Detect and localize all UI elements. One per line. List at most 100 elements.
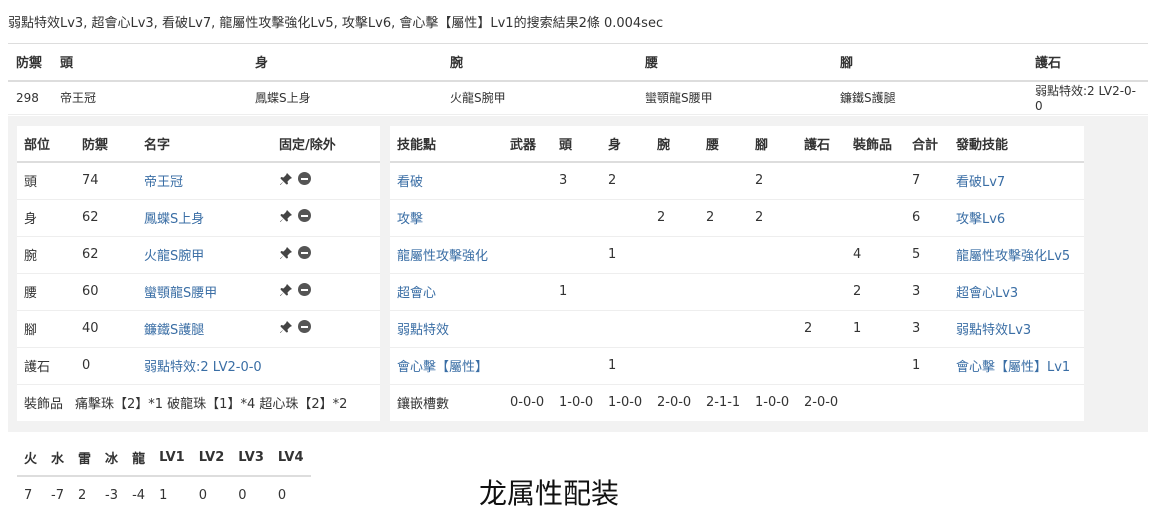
equipment-row: 腰 60 蠻顎龍S腰甲 [17,272,380,310]
result-row[interactable]: 298 帝王冠 鳳蝶S上身 火龍S腕甲 蠻顎龍S腰甲 鐮鐵S護腿 弱點特效:2 … [8,80,1148,115]
skill-name-link[interactable]: 看破 [397,175,423,190]
activated-skill-link[interactable]: 弱點特效Lv3 [956,323,1031,338]
activated-skill-link[interactable]: 會心擊【屬性】Lv1 [956,360,1070,375]
skill-point-cell [503,346,552,384]
decoration-row: 裝飾品 痛擊珠【2】*1 破龍珠【1】*4 超心珠【2】*2 [17,383,380,421]
element-values-row: 7 -7 2 -3 -4 1 0 0 0 [17,475,311,513]
skill-name-link[interactable]: 超會心 [397,286,436,301]
fix-exclude-icons [279,246,311,260]
equip-name-cell: 帝王冠 [137,161,272,199]
activated-skill-link[interactable]: 看破Lv7 [956,175,1005,190]
activated-skill-cell: 會心擊【屬性】Lv1 [949,346,1084,384]
cell-waist: 蠻顎龍S腰甲 [637,80,832,115]
skill-point-cell [650,309,699,347]
pin-icon[interactable] [279,320,293,334]
result-summary-table: 防禦 頭 身 腕 腰 腳 護石 298 帝王冠 鳳蝶S上身 火龍S腕甲 蠻顎龍S… [8,43,1148,115]
pin-icon[interactable] [279,246,293,260]
equipment-row: 身 62 鳳蝶S上身 [17,198,380,236]
skill-point-cell [748,272,797,310]
pin-icon[interactable] [279,209,293,223]
skill-point-cell [503,235,552,273]
skill-point-cell: 4 [846,235,905,273]
skill-point-cell [748,235,797,273]
col-waist: 腰 [637,43,832,82]
skill-point-cell: 6 [905,198,949,236]
skill-point-cell [601,198,650,236]
skill-table: 技能點 武器頭身腕腰腳護石 裝飾品 合計 發動技能 看破 3 2 2 7 看破Lv7 攻擊 2 2 2 6 攻… [390,126,1084,421]
skill-point-cell [797,346,846,384]
element-value: 2 [71,475,99,513]
col-defense: 防禦 [8,43,52,82]
skill-point-cell [601,272,650,310]
skill-point-cell [552,235,601,273]
skill-point-cell: 1 [601,346,650,384]
skill-point-cell [503,198,552,236]
skill-point-cell: 2 [699,198,748,236]
equip-name-link[interactable]: 帝王冠 [144,175,183,190]
slots-label: 鑲嵌槽數 [390,383,503,421]
activated-skill-link[interactable]: 攻擊Lv6 [956,212,1005,227]
skill-point-cell: 7 [905,161,949,199]
element-col-header: LV3 [231,440,271,477]
equip-defense: 62 [75,198,137,236]
skill-point-cell [552,346,601,384]
slot-value: 1-0-0 [601,383,650,421]
exclude-icon[interactable] [298,283,311,296]
exclude-icon[interactable] [298,246,311,259]
skill-name-link[interactable]: 龍屬性攻擊強化 [397,249,488,264]
exclude-icon[interactable] [298,320,311,333]
equip-part: 腰 [17,272,75,310]
activated-skill-link[interactable]: 龍屬性攻擊強化Lv5 [956,249,1070,264]
skill-point-cell: 3 [552,161,601,199]
equip-part: 腕 [17,235,75,273]
skill-point-cell: 1 [552,272,601,310]
slot-value [846,383,905,421]
element-col-header: 雷 [71,440,99,477]
equip-defense: 40 [75,309,137,347]
skill-point-cell [650,346,699,384]
skill-row: 龍屬性攻擊強化 1 4 5 龍屬性攻擊強化Lv5 [390,235,1084,273]
skill-point-cell: 3 [905,272,949,310]
exclude-icon[interactable] [298,209,311,222]
skill-point-cell [699,346,748,384]
skill-col-header: 護石 [797,126,846,163]
equip-name-link[interactable]: 鐮鐵S護腿 [144,323,204,338]
pin-icon[interactable] [279,172,293,186]
skill-col-header: 腳 [748,126,797,163]
skill-name-link[interactable]: 弱點特效 [397,323,449,338]
skill-point-cell: 2 [846,272,905,310]
exclude-icon[interactable] [298,172,311,186]
skill-row: 攻擊 2 2 2 6 攻擊Lv6 [390,198,1084,236]
equip-actions [272,272,380,310]
equip-name-link[interactable]: 弱點特效:2 LV2-0-0 [144,360,262,375]
skill-name-link[interactable]: 攻擊 [397,212,423,227]
cell-arm: 火龍S腕甲 [442,80,637,115]
skill-name-link[interactable]: 會心擊【屬性】 [397,360,488,375]
element-value: -4 [125,475,153,513]
equipment-row: 腕 62 火龍S腕甲 [17,235,380,273]
skill-point-cell [797,235,846,273]
equip-name-link[interactable]: 火龍S腕甲 [144,249,204,264]
deco-value: 痛擊珠【2】*1 破龍珠【1】*4 超心珠【2】*2 [75,383,380,421]
col-name: 名字 [137,126,272,163]
skill-col-header: 身 [601,126,650,163]
cell-head: 帝王冠 [52,80,247,115]
skill-point-cell [503,161,552,199]
skill-name-cell: 弱點特效 [390,309,503,347]
skill-point-cell: 3 [905,309,949,347]
skill-point-cell: 2 [797,309,846,347]
col-arm: 腕 [442,43,637,82]
equip-name-link[interactable]: 蠻顎龍S腰甲 [144,286,217,301]
element-col-header: LV2 [191,440,232,477]
search-summary: 弱點特效Lv3, 超會心Lv3, 看破Lv7, 龍屬性攻擊強化Lv5, 攻擊Lv… [8,16,664,31]
pin-icon[interactable] [279,283,293,297]
slot-value: 0-0-0 [503,383,552,421]
col-part: 部位 [17,126,75,163]
skill-point-cell [699,235,748,273]
skill-col-header: 腰 [699,126,748,163]
skill-name-cell: 龍屬性攻擊強化 [390,235,503,273]
activated-skill-cell: 超會心Lv3 [949,272,1084,310]
activated-skill-link[interactable]: 超會心Lv3 [956,286,1018,301]
element-value: 1 [152,475,192,513]
equip-name-link[interactable]: 鳳蝶S上身 [144,212,204,227]
